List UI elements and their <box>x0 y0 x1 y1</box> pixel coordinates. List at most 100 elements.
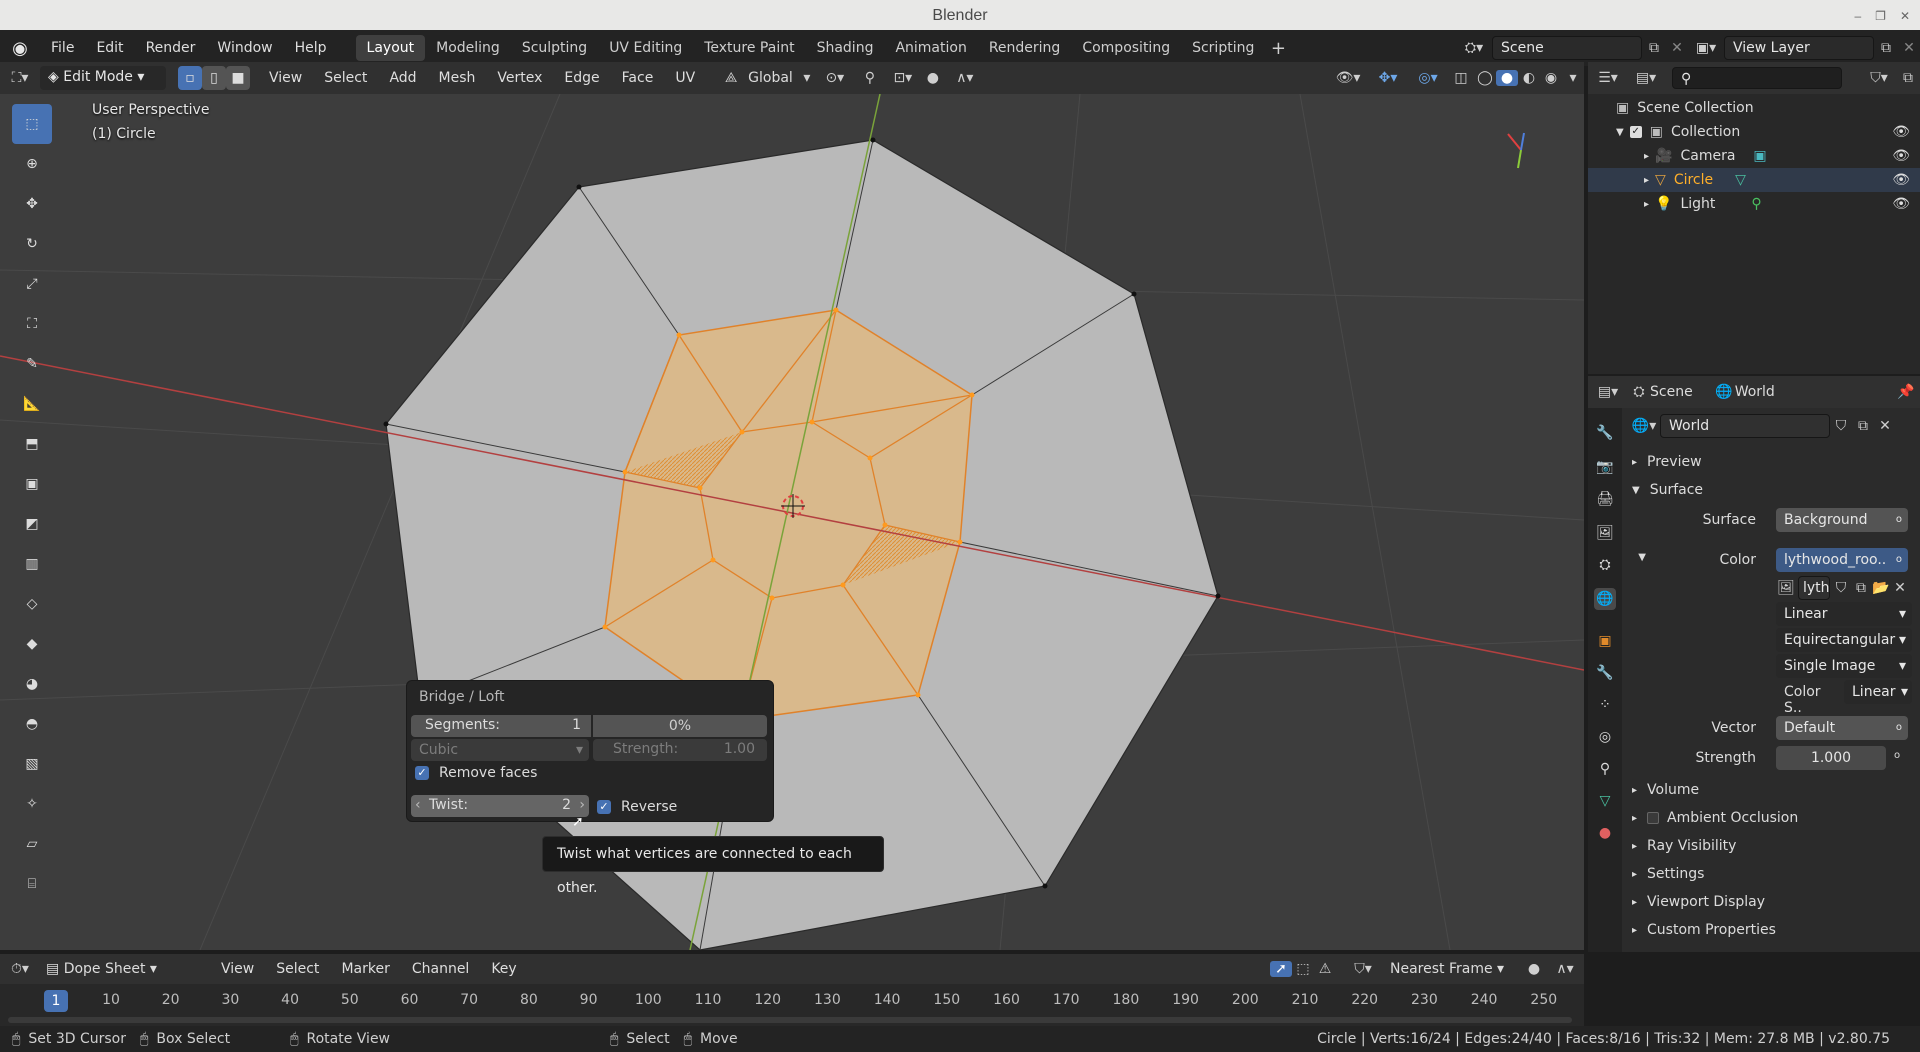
snap-mode-select[interactable]: Nearest Frame ▾ <box>1382 961 1522 977</box>
new-collection-icon[interactable]: ⧉ <box>1896 70 1920 86</box>
select-box-tool-icon[interactable]: ⬚ <box>12 104 52 144</box>
transform-tool-icon[interactable]: ⛶ <box>12 304 52 344</box>
ambient-occlusion-checkbox[interactable] <box>1647 812 1660 824</box>
filter-icon[interactable]: ⛉▾ <box>1862 70 1896 86</box>
surface-panel-header[interactable]: ▼ Surface <box>1622 478 1920 502</box>
tab-layout[interactable]: Layout <box>355 35 426 61</box>
delete-scene-icon[interactable]: ✕ <box>1666 40 1688 56</box>
segments-field[interactable]: Segments: 1 <box>411 715 591 737</box>
xray-icon[interactable]: ◫ <box>1448 70 1474 86</box>
camera-data-icon[interactable]: ▣ <box>1753 148 1766 164</box>
menu-edit[interactable]: Edit <box>85 40 134 56</box>
vp-menu-mesh[interactable]: Mesh <box>428 70 487 86</box>
expand-arrow-icon[interactable]: ▼ <box>1616 127 1624 138</box>
orientation-select[interactable]: Global <box>742 70 799 86</box>
minimize-button[interactable]: – <box>1854 0 1861 32</box>
transform-orientation-icon[interactable]: ⟁ <box>720 70 742 86</box>
modifier-tab-icon[interactable]: 🔧 <box>1594 662 1616 684</box>
unlink-world-icon[interactable]: ✕ <box>1874 418 1896 434</box>
proportional-edit-icon[interactable]: ● <box>921 70 945 86</box>
only-errors-icon[interactable]: ⚠ <box>1314 961 1336 977</box>
timeline-editor-type-icon[interactable]: ⏱▾ <box>0 961 40 977</box>
vp-menu-select[interactable]: Select <box>313 70 378 86</box>
expand-arrow-icon[interactable]: ▸ <box>1644 151 1649 162</box>
tab-texture-paint[interactable]: Texture Paint <box>693 35 805 61</box>
display-mode-icon[interactable]: ▤▾ <box>1628 70 1664 86</box>
gizmo-icon[interactable]: ✥▾ <box>1368 70 1408 86</box>
outliner-row-camera[interactable]: ▸ 🎥 Camera ▣ 👁 <box>1588 144 1920 168</box>
vector-field[interactable]: Default o <box>1776 716 1908 740</box>
view-layer-icon[interactable]: ▣▾ <box>1688 40 1724 56</box>
mesh-canvas[interactable] <box>0 94 1584 950</box>
extrude-tool-icon[interactable]: ⬒ <box>12 424 52 464</box>
world-tab-label[interactable]: World <box>1735 384 1775 400</box>
edge-select-icon[interactable]: ▯ <box>202 66 226 90</box>
fake-user-icon[interactable]: ⛉ <box>1830 418 1852 434</box>
menu-render[interactable]: Render <box>135 40 207 56</box>
world-tab-icon[interactable]: 🌐 <box>1713 384 1735 400</box>
annotate-tool-icon[interactable]: ✎ <box>12 344 52 384</box>
eye-icon[interactable]: 👁 <box>1892 124 1910 140</box>
outliner-row-light[interactable]: ▸ 💡 Light ⚲ 👁 <box>1588 192 1920 216</box>
eye-icon[interactable]: 👁 <box>1892 196 1910 212</box>
source-select[interactable]: Single Image ▾ <box>1776 654 1912 678</box>
surface-shader-field[interactable]: Background o <box>1776 508 1908 532</box>
world-name-field[interactable]: World <box>1660 414 1830 438</box>
ambient-occlusion-panel-header[interactable]: ▸ Ambient Occlusion <box>1622 806 1920 830</box>
settings-panel-header[interactable]: ▸ Settings <box>1622 862 1920 886</box>
rotate-tool-icon[interactable]: ↻ <box>12 224 52 264</box>
close-window-button[interactable]: ✕ <box>1900 0 1910 32</box>
material-tab-icon[interactable]: ● <box>1594 822 1616 844</box>
mesh-data-icon[interactable]: ▽ <box>1735 172 1746 188</box>
vp-menu-face[interactable]: Face <box>611 70 665 86</box>
menu-help[interactable]: Help <box>284 40 338 56</box>
constraints-tab-icon[interactable]: ⚲ <box>1594 758 1616 780</box>
increment-arrow-icon[interactable]: › <box>579 797 585 813</box>
reverse-row[interactable]: ✓ Reverse <box>597 799 677 815</box>
poly-build-tool-icon[interactable]: ◆ <box>12 624 52 664</box>
unlink-image-icon[interactable]: ✕ <box>1892 580 1908 596</box>
timeline-scrollbar[interactable] <box>8 1017 1572 1023</box>
scene-tab-icon[interactable]: ⛭ <box>1628 384 1650 400</box>
wireframe-shading-icon[interactable]: ◯ <box>1474 70 1496 86</box>
move-tool-icon[interactable]: ✥ <box>12 184 52 224</box>
bevel-tool-icon[interactable]: ◩ <box>12 504 52 544</box>
tab-uv-editing[interactable]: UV Editing <box>598 35 693 61</box>
vp-menu-view[interactable]: View <box>258 70 313 86</box>
eye-icon[interactable]: 👁 <box>1892 148 1910 164</box>
scene-field[interactable]: Scene <box>1492 36 1642 60</box>
3d-viewport[interactable]: ⬚ ⊕ ✥ ↻ ⤢ ⛶ ✎ 📐 ⬒ ▣ ◩ ▥ ◇ ◆ ◕ ◓ ▧ ✧ ▱ ⌸ … <box>0 94 1584 950</box>
expand-arrow-icon[interactable]: ▸ <box>1644 175 1649 186</box>
collection-checkbox[interactable]: ✓ <box>1629 126 1642 138</box>
pivot-icon[interactable]: ⊙▾ <box>815 70 855 86</box>
tl-menu-channel[interactable]: Channel <box>401 961 480 977</box>
open-image-icon[interactable]: 📂 <box>1872 580 1890 596</box>
scale-tool-icon[interactable]: ⤢ <box>12 264 52 304</box>
props-editor-type-icon[interactable]: ▤▾ <box>1588 384 1628 400</box>
shrink-fatten-tool-icon[interactable]: ✧ <box>12 784 52 824</box>
image-browse-icon[interactable]: 🖼 <box>1776 580 1796 596</box>
tl-menu-key[interactable]: Key <box>480 961 527 977</box>
strength-field[interactable]: Strength: 1.00 <box>593 739 767 761</box>
vp-menu-uv[interactable]: UV <box>664 70 706 86</box>
maximize-button[interactable]: ❐ <box>1875 0 1886 32</box>
object-tab-icon[interactable]: ▣ <box>1594 630 1616 652</box>
duplicate-world-icon[interactable]: ⧉ <box>1852 418 1874 434</box>
tab-sculpting[interactable]: Sculpting <box>511 35 598 61</box>
tl-menu-marker[interactable]: Marker <box>330 961 400 977</box>
frame-ruler[interactable]: 10 20 30 40 50 60 70 80 90 100 110 120 130 140 150 160 1… <box>0 990 1584 1012</box>
measure-tool-icon[interactable]: 📐 <box>12 384 52 424</box>
view-layer-tab-icon[interactable]: 🖼 <box>1594 522 1616 544</box>
face-select-icon[interactable]: ■ <box>226 66 250 90</box>
shear-tool-icon[interactable]: ▱ <box>12 824 52 864</box>
vertex-select-icon[interactable]: ▫ <box>178 66 202 90</box>
preview-panel-header[interactable]: ▸ Preview <box>1622 450 1920 474</box>
reverse-checkbox[interactable]: ✓ <box>597 800 611 814</box>
mesh-data-tab-icon[interactable]: ▽ <box>1594 790 1616 812</box>
solid-shading-icon[interactable]: ● <box>1496 70 1518 86</box>
overlay-icon[interactable]: ◎▾ <box>1408 70 1448 86</box>
world-props-tab-icon[interactable]: 🌐 <box>1594 588 1616 610</box>
menu-file[interactable]: File <box>40 40 85 56</box>
current-frame-indicator[interactable]: 1 <box>44 990 68 1012</box>
show-hidden-icon[interactable]: ⬚ <box>1292 961 1314 977</box>
